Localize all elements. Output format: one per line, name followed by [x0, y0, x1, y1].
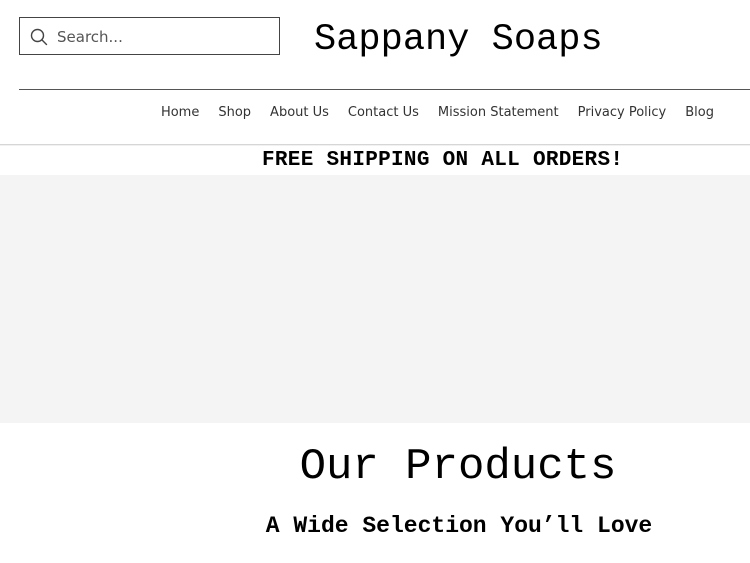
free-shipping-banner: FREE SHIPPING ON ALL ORDERS! — [262, 149, 624, 172]
site-title[interactable]: Sappany Soaps — [314, 18, 603, 62]
header-divider — [19, 89, 750, 90]
nav-mission-statement[interactable]: Mission Statement — [438, 105, 559, 120]
products-heading: Our Products — [299, 442, 617, 492]
nav-privacy-policy[interactable]: Privacy Policy — [578, 105, 667, 120]
nav-shop[interactable]: Shop — [218, 105, 251, 120]
search-box[interactable] — [19, 17, 280, 55]
nav-blog[interactable]: Blog — [685, 105, 714, 120]
header-shadow — [0, 144, 750, 146]
site-header: Sappany Soaps Home Shop About Us Contact… — [0, 0, 750, 144]
search-icon[interactable] — [30, 28, 48, 46]
nav-home[interactable]: Home — [161, 105, 199, 120]
nav-contact-us[interactable]: Contact Us — [348, 105, 419, 120]
hero-section — [0, 175, 750, 423]
search-input[interactable] — [57, 24, 267, 50]
nav-about-us[interactable]: About Us — [270, 105, 329, 120]
products-subheading: A Wide Selection You’ll Love — [265, 513, 653, 539]
main-nav: Home Shop About Us Contact Us Mission St… — [161, 105, 714, 120]
